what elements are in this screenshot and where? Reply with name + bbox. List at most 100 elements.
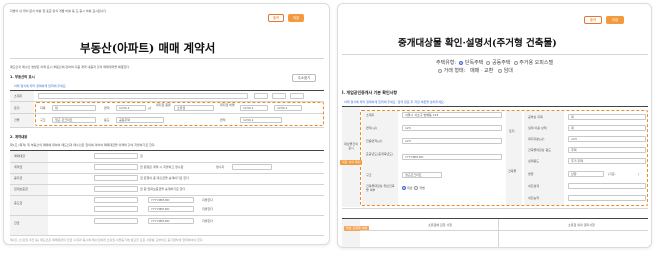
receipt-label: 영수자 [216, 165, 225, 169]
footer-note: 제2조 (소유권 이전 등) 매도인은 매매대금의 잔금 수령과 동시에 매수인… [10, 238, 204, 242]
row-divider [10, 173, 324, 174]
land-area-input[interactable]: 1234.1 [116, 105, 146, 111]
address-input[interactable]: 서울시 서초구 방배동 123 [402, 112, 502, 118]
deal-option-lease: 임대 [503, 68, 513, 74]
label-use: 용도 [104, 118, 110, 122]
deal-type-row: 거래 형태: 매매 · 교환 임대 [438, 68, 513, 75]
table-top-line [10, 90, 324, 91]
save-button[interactable]: 저장 [606, 16, 624, 24]
address-dong-input[interactable] [254, 93, 268, 99]
violation-options: 위반 적법 [402, 186, 425, 190]
radio-lease[interactable] [498, 68, 503, 73]
lease-deposit-input[interactable] [94, 186, 138, 192]
group-building: 건축물 [508, 169, 517, 173]
balance-pay: 지불한다 [202, 219, 214, 223]
label-violation: 건축물대장상 위반건축물 여부 [366, 184, 395, 192]
built-year-input[interactable]: YYYY.MM.DD [402, 154, 502, 160]
intro-note: 매도인과 매수인 쌍방은 아래 표시 부동산에 관하여 다음 계약 내용과 같이… [10, 65, 131, 69]
land-share-input[interactable]: 123 [568, 136, 646, 142]
contract-window: 지방이 내 위치 문서 바를 형 표준 양식 개발 바를 등 도 중시 바를 표… [3, 3, 330, 245]
receipt-input[interactable] [232, 164, 272, 170]
jimok-select[interactable]: 대 [52, 105, 96, 111]
real-use-select[interactable]: 주거 주택 [568, 158, 646, 164]
structure-select[interactable]: 철근 콘크리트 [52, 117, 96, 123]
lease-deposit-text: 금 원 임대보증금을 승계하기로 한다 [140, 187, 186, 191]
table-top-line [342, 106, 648, 107]
total-price-input[interactable] [94, 153, 138, 159]
structure-select[interactable]: 철근콘크리트 [402, 172, 442, 178]
print-button[interactable]: 출력 [584, 16, 602, 24]
direction-select[interactable]: 남향 [568, 171, 604, 177]
radio-legal[interactable] [414, 186, 419, 190]
direction-basis-close: ) [638, 172, 640, 176]
group-column-right [506, 111, 522, 205]
section1-hint: 아래 형식에 따라 정확하게 입력해 주세요. [14, 84, 67, 88]
seismic-capacity-input[interactable] [568, 195, 646, 201]
label-share-ratio: 대지권 비율 [220, 103, 235, 107]
address-extra-input[interactable] [290, 93, 304, 99]
row-divider [10, 235, 324, 236]
money-label-lease-deposit: 임대보증금 [14, 187, 28, 191]
save-button[interactable]: 저장 [288, 14, 304, 22]
row-divider [10, 162, 324, 163]
deposit-input[interactable] [94, 164, 138, 170]
ownership-label: 소유권에 관한 사항 [428, 223, 452, 227]
radio-deal[interactable] [438, 68, 442, 73]
balance-date[interactable]: YYYY.MM.DD [148, 218, 194, 224]
title-divider [342, 54, 648, 55]
row-divider [10, 215, 324, 216]
building-area-input[interactable]: 1234.1 [240, 117, 282, 123]
actual-use-input[interactable]: 대 [568, 125, 646, 131]
label-address: 소재지 [366, 113, 375, 117]
interim-1-date[interactable]: YYYY.MM.DD [148, 197, 194, 203]
house-type-row: 주택유형: 단독주택 공동주택 주거용 오피스텔 [436, 60, 553, 67]
share-ratio-total-input[interactable]: 1234.1 [274, 105, 302, 111]
share-type-select[interactable]: 소유권 [174, 105, 214, 111]
radio-apartment[interactable] [486, 60, 491, 65]
exclusive-area-input[interactable]: 123 [402, 138, 502, 144]
balance-input[interactable] [94, 218, 138, 224]
label-direction: 방향 [528, 172, 534, 176]
address-ho-input[interactable] [272, 93, 286, 99]
label-structure: 구조 [366, 173, 372, 177]
radio-detached[interactable] [459, 60, 464, 65]
row-label-address: 소재지 [14, 94, 23, 98]
money-label-loan: 융자금 [14, 176, 23, 180]
option-legal: 적법 [419, 186, 425, 190]
section-hint: 아래 형식에 따라 정확하게 입력해 주세요. 입력 완료 후 저장 버튼을 눌… [344, 100, 445, 104]
group-label: 대상물건의 표시 [344, 142, 358, 150]
share-ratio-input[interactable]: 1234.1 [240, 105, 268, 111]
unit-m2: ㎡ [148, 106, 152, 110]
registered-use-input[interactable]: 주택 [568, 147, 646, 153]
row-divider [360, 230, 648, 231]
label-seismic-capacity: 내진능력 [528, 196, 540, 200]
seismic-design-input[interactable] [568, 183, 646, 189]
interim-2-input[interactable] [94, 206, 138, 212]
page-title: 중개대상물 확인·설명서(주거형 건축물) [398, 38, 557, 49]
row-label-building: 건물 [14, 118, 20, 122]
radio-violation[interactable] [402, 186, 406, 190]
use-select[interactable]: 공동주택 [116, 117, 164, 123]
total-price-text: 금 [140, 154, 143, 158]
loan-input[interactable] [94, 175, 138, 181]
label-seismic-design: 내진설계 [528, 184, 540, 188]
row-divider [10, 195, 324, 196]
label-structure: 구조 [40, 118, 46, 122]
label-land-share: 대지지분(㎡) [528, 137, 545, 141]
radio-officetel[interactable] [513, 60, 518, 65]
print-button[interactable]: 출력 [268, 14, 284, 22]
interim-1-input[interactable] [94, 197, 138, 203]
rights-divider [498, 219, 499, 247]
rights-top-line [342, 218, 648, 219]
deal-type-label: 거래 형태: [443, 68, 466, 74]
interim-2-date[interactable]: YYYY.MM.DD [148, 206, 194, 212]
row-divider [10, 184, 324, 185]
area-input[interactable]: 123 [402, 125, 502, 131]
jimok-input[interactable]: 대 [568, 114, 646, 120]
address-search-button[interactable]: 주소찾기 [292, 74, 316, 82]
loan-text: 금 은행의 총 대출금을 승계하기로 한다 [140, 176, 189, 180]
address-input[interactable] [38, 93, 248, 99]
label-real-use: 실제용도 [528, 159, 540, 163]
label-registered-use: 건축물대장상 용도 [528, 148, 552, 152]
row-divider [342, 208, 648, 209]
